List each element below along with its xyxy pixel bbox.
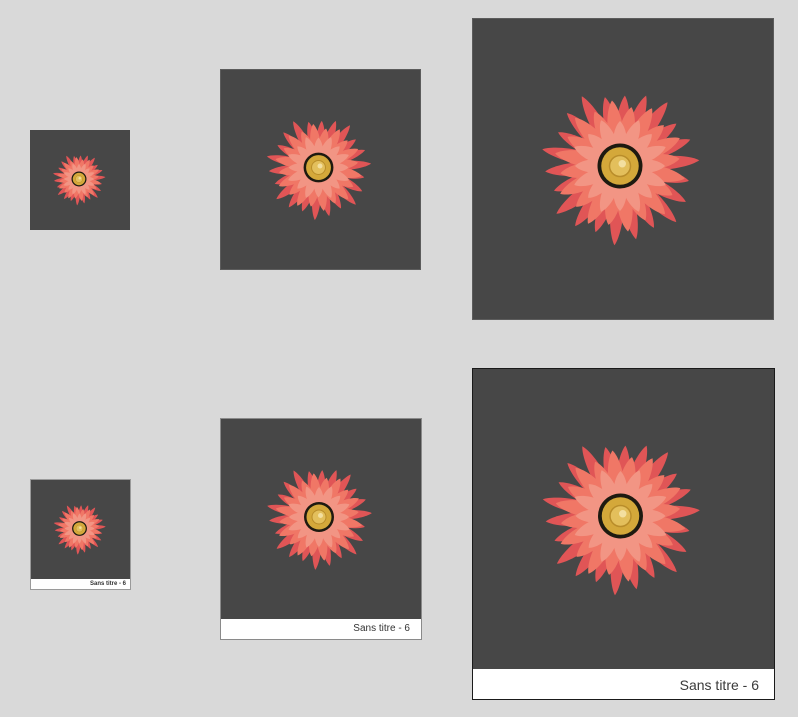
thumbnail-medium[interactable]	[220, 69, 421, 270]
thumbnail-artwork	[30, 130, 130, 230]
flower-icon	[53, 505, 106, 555]
thumbnail-artwork	[221, 70, 420, 269]
flower-icon	[53, 155, 106, 206]
thumbnail-caption: Sans titre - 6	[473, 669, 774, 699]
thumbnail-artwork	[221, 419, 421, 619]
thumbnail-caption: Sans titre - 6	[221, 619, 421, 639]
thumbnail-large-captioned[interactable]: Sans titre - 6	[472, 368, 775, 700]
thumbnail-artwork	[473, 19, 773, 319]
thumbnail-artwork	[473, 369, 774, 669]
flower-icon	[266, 120, 372, 221]
flower-icon	[267, 470, 372, 570]
thumbnail-caption: Sans titre - 6	[31, 579, 130, 589]
thumbnail-large[interactable]	[472, 18, 774, 320]
flower-icon	[542, 95, 700, 246]
flower-icon	[542, 445, 700, 596]
thumbnail-small-captioned[interactable]: Sans titre - 6	[30, 479, 131, 590]
thumbnail-artwork	[31, 480, 130, 579]
thumbnail-medium-captioned[interactable]: Sans titre - 6	[220, 418, 422, 640]
thumbnail-small[interactable]	[30, 130, 130, 230]
